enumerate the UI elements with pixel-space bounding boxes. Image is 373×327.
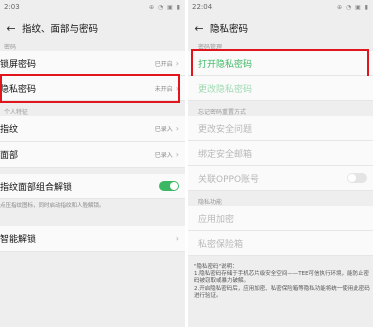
combo-description: 点压指纹图标，同时启动指纹和人脸解锁。 — [0, 203, 105, 209]
row-label: 指纹面部组合解锁 — [0, 182, 73, 193]
row-combo-unlock[interactable]: 指纹面部组合解锁 — [0, 174, 185, 199]
row-label: 绑定安全邮箱 — [198, 149, 253, 160]
privacy-password-screen: 22:04 ⊕ ◔ ▣ ▮ ← 隐私密码 密码管理 打开隐私密码 更改隐私密码 … — [188, 0, 373, 327]
row-label: 面部 — [0, 151, 19, 161]
row-private-safe[interactable]: 私密保险箱 — [188, 231, 373, 256]
row-face[interactable]: 面部 已录入 › — [0, 142, 185, 168]
back-arrow-icon[interactable]: ← — [188, 22, 210, 35]
combo-unlock-toggle[interactable] — [159, 181, 179, 191]
row-value: 已开启 — [154, 60, 173, 68]
row-label: 锁屏密码 — [0, 59, 37, 70]
section-label-reset: 忘记密码重置方式 — [198, 109, 247, 116]
row-app-lock[interactable]: 应用加密 — [188, 206, 373, 231]
row-label: 关联OPPO账号 — [198, 174, 260, 185]
chevron-right-icon: › — [175, 124, 179, 133]
highlight-box — [0, 74, 180, 103]
row-value: 已录入 — [154, 126, 173, 133]
page-title: 指纹、面部与密码 — [22, 24, 99, 35]
section-label-personal: 个人特征 — [4, 109, 29, 116]
chevron-right-icon: › — [175, 150, 179, 159]
row-security-email[interactable]: 绑定安全邮箱 — [188, 141, 373, 166]
status-time: 22:04 — [192, 3, 213, 11]
row-label: 更改安全问题 — [198, 124, 253, 135]
row-value: 已录入 — [154, 152, 173, 159]
chevron-right-icon: › — [175, 234, 179, 243]
status-time: 2:03 — [4, 3, 20, 11]
header: ← 隐私密码 — [188, 14, 373, 42]
header: ← 指纹、面部与密码 — [0, 14, 185, 42]
back-arrow-icon[interactable]: ← — [0, 22, 22, 35]
status-bar: 2:03 ⊕ ◔ ▣ ▮ — [0, 0, 185, 14]
row-label: 智能解锁 — [0, 235, 37, 245]
row-label: 应用加密 — [198, 214, 235, 225]
row-fingerprint[interactable]: 指纹 已录入 › — [0, 116, 185, 142]
status-bar: 22:04 ⊕ ◔ ▣ ▮ — [188, 0, 373, 14]
highlight-box — [191, 49, 369, 78]
status-icons: ⊕ ◔ ▣ ▮ — [337, 3, 369, 11]
chevron-right-icon: › — [175, 58, 179, 68]
row-smart-unlock[interactable]: 智能解锁 › — [0, 226, 185, 252]
oppo-account-toggle[interactable] — [347, 173, 367, 183]
section-label-password: 密码 — [4, 44, 17, 51]
row-security-question[interactable]: 更改安全问题 — [188, 116, 373, 141]
row-lock-screen-password[interactable]: 锁屏密码 已开启 › — [0, 51, 185, 76]
settings-screen-left: 2:03 ⊕ ◔ ▣ ▮ ← 指纹、面部与密码 密码 锁屏密码 已开启 › 隐私密… — [0, 0, 185, 327]
row-label: 指纹 — [0, 125, 19, 135]
row-label: 私密保险箱 — [198, 239, 244, 250]
status-icons: ⊕ ◔ ▣ ▮ — [149, 3, 181, 11]
page-title: 隐私密码 — [210, 24, 249, 35]
change-privacy-password-button[interactable]: 更改隐私密码 — [188, 76, 373, 101]
section-label-features: 隐私功能 — [198, 199, 223, 206]
privacy-password-note: "隐私密码"说明： 1.隐私密码存储于手机芯片级安全空间——TEE可信执行环境，… — [194, 264, 370, 299]
row-oppo-account[interactable]: 关联OPPO账号 — [188, 166, 373, 191]
row-label: 更改隐私密码 — [198, 84, 253, 95]
